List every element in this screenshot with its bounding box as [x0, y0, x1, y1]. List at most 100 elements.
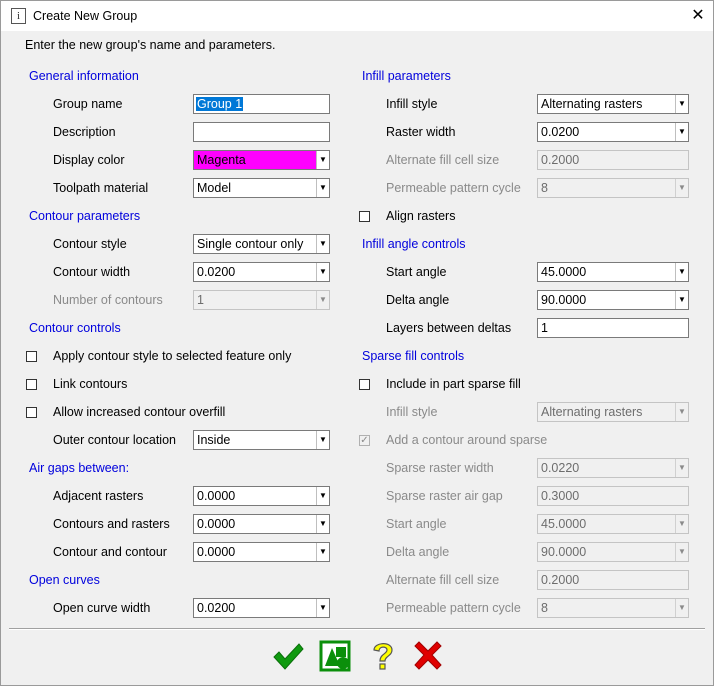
description-label: Description: [53, 125, 116, 139]
sparse-delta-angle-value: 90.0000: [541, 545, 587, 559]
window-title: Create New Group: [33, 9, 138, 23]
number-of-contours-label: Number of contours: [53, 293, 163, 307]
permeable-pattern-cycle-label: Permeable pattern cycle: [386, 181, 521, 195]
alternate-fill-cell-size-label: Alternate fill cell size: [386, 153, 500, 167]
instruction-text: Enter the new group's name and parameter…: [25, 38, 276, 52]
infill-style-value: Alternating rasters: [541, 97, 643, 111]
start-angle-select[interactable]: 45.0000 ▼: [537, 262, 689, 282]
group-name-label: Group name: [53, 97, 123, 111]
alternate-fill-cell-size-value: 0.2000: [541, 153, 580, 167]
delta-angle-value: 90.0000: [541, 293, 587, 307]
chevron-down-icon: ▼: [316, 515, 329, 533]
permeable-pattern-cycle-select: 8 ▼: [537, 178, 689, 198]
checkmark-icon: [273, 643, 304, 670]
open-curve-width-select[interactable]: 0.0200 ▼: [193, 598, 330, 618]
open-curve-width-value: 0.0200: [197, 601, 236, 615]
contour-and-contour-select[interactable]: 0.0000 ▼: [193, 542, 330, 562]
chevron-down-icon: ▼: [316, 235, 329, 253]
start-angle-label: Start angle: [386, 265, 447, 279]
include-sparse-fill-checkbox[interactable]: [359, 379, 370, 390]
sparse-raster-width-label: Sparse raster width: [386, 461, 494, 475]
include-sparse-fill-label: Include in part sparse fill: [386, 377, 521, 391]
align-rasters-label: Align rasters: [386, 209, 456, 223]
permeable-pattern-cycle-value: 8: [541, 181, 548, 195]
alternate-fill-cell-size-input: 0.2000: [537, 150, 689, 170]
chevron-down-icon: ▼: [675, 123, 688, 141]
title-bar: i Create New Group ✕: [1, 1, 713, 31]
add-contour-checkbox: ✓: [359, 435, 370, 446]
adjacent-rasters-label: Adjacent rasters: [53, 489, 144, 503]
sparse-raster-width-value: 0.0220: [541, 461, 580, 475]
display-color-select[interactable]: Magenta ▼: [193, 150, 330, 170]
outer-contour-location-select[interactable]: Inside ▼: [193, 430, 330, 450]
sparse-start-angle-value: 45.0000: [541, 517, 587, 531]
contour-width-value: 0.0200: [197, 265, 236, 279]
contours-and-rasters-select[interactable]: 0.0000 ▼: [193, 514, 330, 534]
group-name-value: Group 1: [196, 97, 244, 111]
description-input[interactable]: [193, 122, 330, 142]
contour-style-value: Single contour only: [197, 237, 304, 251]
adjacent-rasters-select[interactable]: 0.0000 ▼: [193, 486, 330, 506]
chevron-down-icon: ▼: [675, 403, 688, 421]
toolpath-material-value: Model: [197, 181, 232, 195]
sparse-fill-controls-header: Sparse fill controls: [362, 349, 465, 363]
outer-contour-location-label: Outer contour location: [53, 433, 176, 447]
chevron-down-icon: ▼: [316, 291, 329, 309]
outer-contour-location-value: Inside: [197, 433, 231, 447]
chevron-down-icon: ▼: [316, 151, 329, 169]
sparse-raster-width-select: 0.0220 ▼: [537, 458, 689, 478]
chevron-down-icon: ▼: [316, 179, 329, 197]
display-color-label: Display color: [53, 153, 125, 167]
chevron-down-icon: ▼: [316, 431, 329, 449]
adjacent-rasters-value: 0.0000: [197, 489, 236, 503]
open-curves-header: Open curves: [29, 573, 100, 587]
sparse-delta-angle-label: Delta angle: [386, 545, 450, 559]
chevron-down-icon: ▼: [316, 487, 329, 505]
raster-width-label: Raster width: [386, 125, 456, 139]
infill-style-label: Infill style: [386, 97, 438, 111]
chevron-down-icon: ▼: [675, 543, 688, 561]
layers-between-deltas-input[interactable]: 1: [537, 318, 689, 338]
raster-width-select[interactable]: 0.0200 ▼: [537, 122, 689, 142]
toolpath-material-select[interactable]: Model ▼: [193, 178, 330, 198]
overfill-checkbox[interactable]: [26, 407, 37, 418]
help-button[interactable]: [367, 639, 401, 673]
shapes-icon: [319, 640, 351, 672]
button-separator: [9, 628, 705, 630]
chevron-down-icon: ▼: [675, 515, 688, 533]
sparse-alternate-fill-cell-size-label: Alternate fill cell size: [386, 573, 500, 587]
layers-between-deltas-label: Layers between deltas: [386, 321, 512, 335]
chevron-down-icon: ▼: [675, 291, 688, 309]
contour-and-contour-value: 0.0000: [197, 545, 236, 559]
sparse-alternate-fill-cell-size-value: 0.2000: [541, 573, 580, 587]
contour-style-select[interactable]: Single contour only ▼: [193, 234, 330, 254]
delta-angle-select[interactable]: 90.0000 ▼: [537, 290, 689, 310]
number-of-contours-select: 1 ▼: [193, 290, 330, 310]
sparse-infill-style-select: Alternating rasters ▼: [537, 402, 689, 422]
contour-width-label: Contour width: [53, 265, 131, 279]
chevron-down-icon: ▼: [316, 263, 329, 281]
link-contours-checkbox[interactable]: [26, 379, 37, 390]
x-icon: [414, 641, 442, 670]
group-name-input[interactable]: Group 1: [193, 94, 330, 114]
ok-button[interactable]: [271, 639, 305, 673]
infill-parameters-header: Infill parameters: [362, 69, 451, 83]
layers-between-deltas-value: 1: [541, 321, 548, 335]
infill-style-select[interactable]: Alternating rasters ▼: [537, 94, 689, 114]
apply-style-checkbox[interactable]: [26, 351, 37, 362]
chevron-down-icon: ▼: [675, 95, 688, 113]
sparse-alternate-fill-cell-size-input: 0.2000: [537, 570, 689, 590]
open-curve-width-label: Open curve width: [53, 601, 151, 615]
contour-controls-header: Contour controls: [29, 321, 121, 335]
contour-width-select[interactable]: 0.0200 ▼: [193, 262, 330, 282]
chevron-down-icon: ▼: [316, 543, 329, 561]
infill-angle-controls-header: Infill angle controls: [362, 237, 466, 251]
align-rasters-checkbox[interactable]: [359, 211, 370, 222]
close-button[interactable]: ✕: [685, 4, 711, 28]
preview-button[interactable]: [319, 639, 353, 673]
chevron-down-icon: ▼: [675, 599, 688, 617]
contours-and-rasters-label: Contours and rasters: [53, 517, 170, 531]
contour-and-contour-label: Contour and contour: [53, 545, 167, 559]
sparse-permeable-pattern-cycle-select: 8 ▼: [537, 598, 689, 618]
cancel-button[interactable]: [411, 639, 445, 673]
